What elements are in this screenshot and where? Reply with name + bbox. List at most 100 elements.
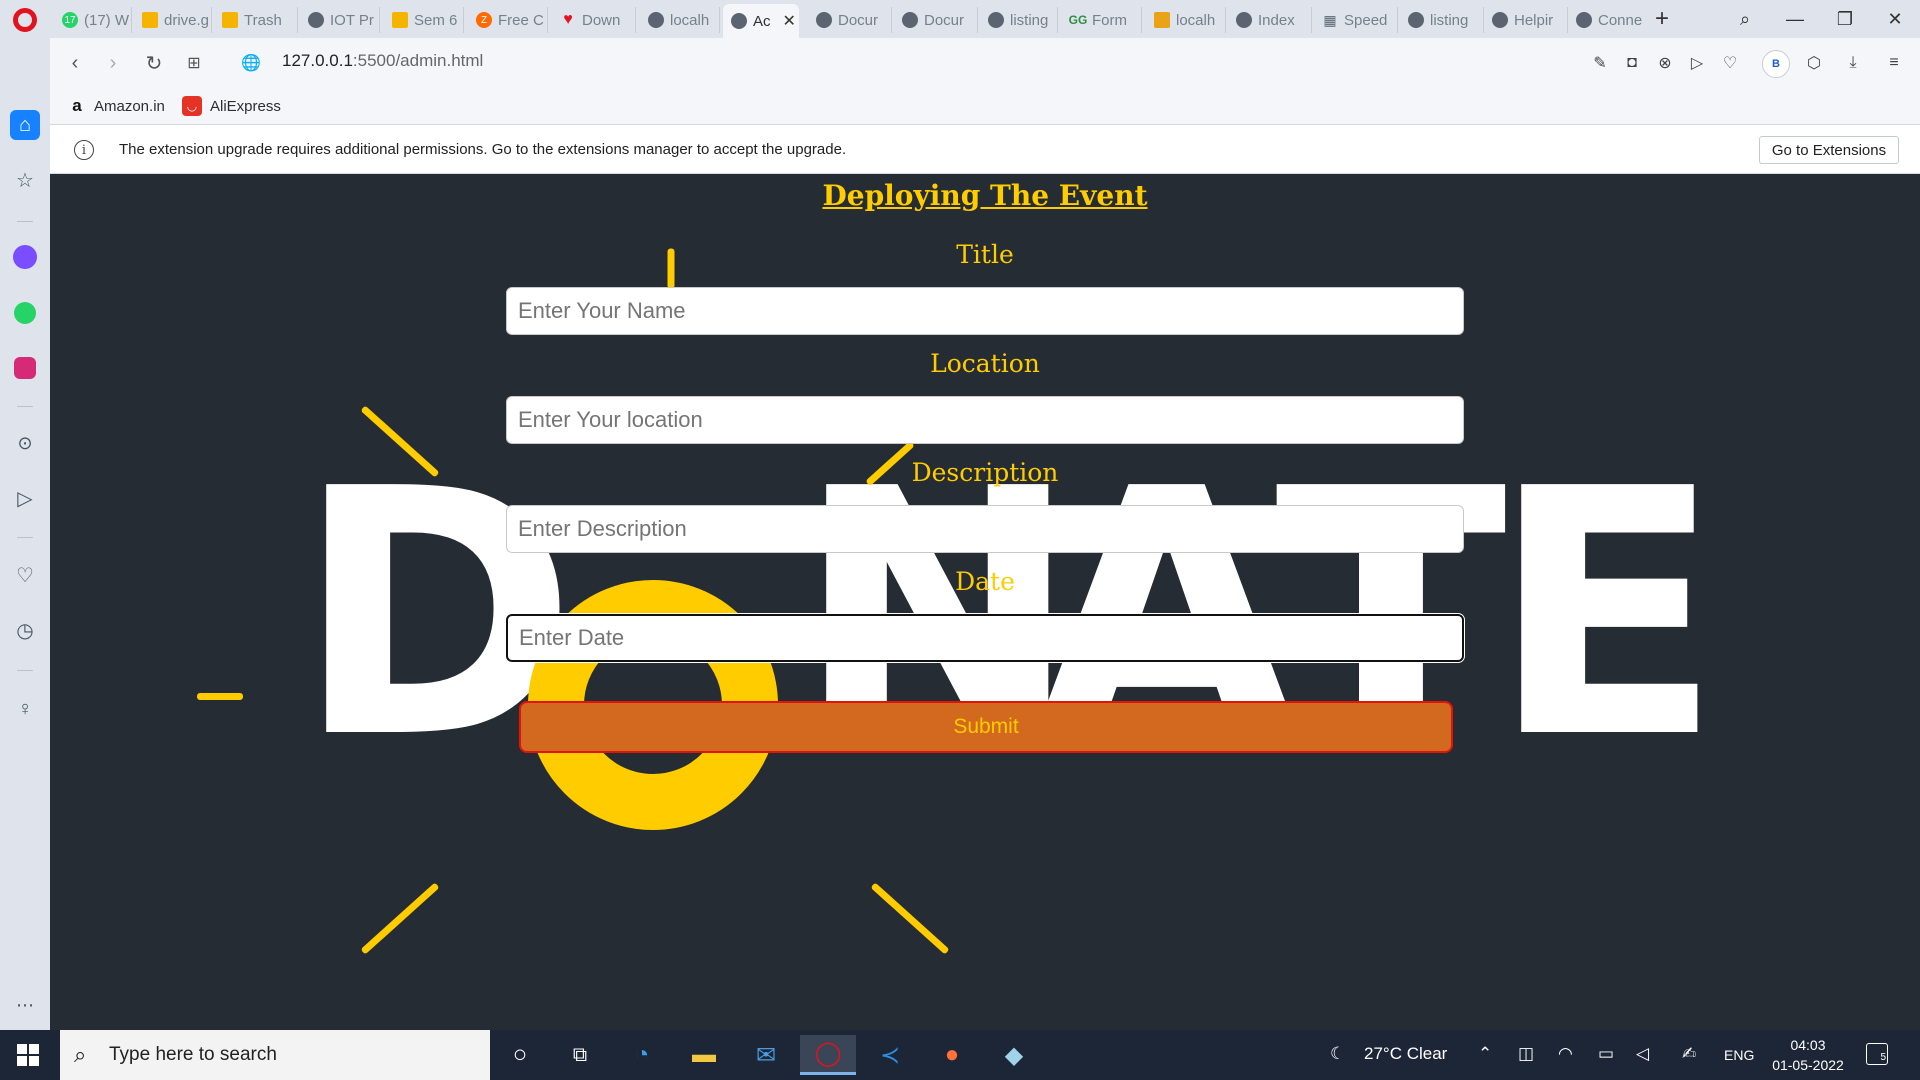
close-window-icon[interactable]: ✕ [1880, 6, 1910, 32]
home-icon[interactable]: ⌂ [10, 110, 40, 140]
new-tab-icon[interactable]: + [1648, 5, 1676, 32]
tab-label: Helpir [1514, 11, 1554, 29]
mail-icon[interactable]: ✉ [738, 1035, 794, 1075]
adblock-icon[interactable]: ⊗ [1652, 50, 1678, 76]
easy-setup-icon[interactable]: ≡ [1881, 50, 1907, 76]
cube-icon[interactable]: ⬡ [1801, 50, 1827, 76]
minimize-icon[interactable]: — [1780, 6, 1810, 32]
wifi-icon[interactable]: ◠ [1558, 1044, 1573, 1064]
bookmarks-star-icon[interactable]: ☆ [10, 165, 40, 195]
heart-icon[interactable]: ♡ [1717, 50, 1743, 76]
camera-icon[interactable]: ◘ [1619, 50, 1645, 76]
clock-time: 04:03 [1790, 1037, 1826, 1053]
bookmark-amazon[interactable]: a Amazon.in [68, 93, 165, 119]
lightbulb-icon[interactable]: ♀ [10, 694, 40, 724]
reload-icon[interactable]: ↻ [141, 50, 167, 76]
tab[interactable]: Sem 6 [384, 7, 464, 33]
tab[interactable]: Docur [894, 7, 978, 33]
task-view-icon[interactable]: ⧉ [552, 1035, 608, 1075]
player-icon[interactable]: ⊙ [10, 428, 40, 458]
firefox-icon[interactable]: ● [924, 1035, 980, 1075]
meet-icon[interactable]: ◫ [1518, 1044, 1534, 1064]
tab[interactable]: ♥ Down [552, 7, 636, 33]
decor-stick [360, 882, 440, 955]
whatsapp-icon[interactable] [10, 298, 40, 328]
edit-icon[interactable]: ✎ [1587, 50, 1613, 76]
globe-icon [1576, 12, 1592, 28]
pma-icon [1154, 12, 1170, 28]
send-icon[interactable]: ▷ [1684, 50, 1710, 76]
tab[interactable]: GG Form [1062, 7, 1142, 33]
go-to-extensions-button[interactable]: Go to Extensions [1759, 136, 1899, 164]
whatsapp-icon: 17 [62, 12, 78, 28]
taskbar-search[interactable]: ⌕ Type here to search [60, 1030, 490, 1080]
globe-icon [731, 13, 747, 29]
notification-count: 5 [1880, 1052, 1886, 1063]
history-icon[interactable]: ◷ [10, 615, 40, 645]
location-input[interactable] [506, 396, 1464, 444]
url-field[interactable]: 127.0.0.1:5500/admin.html [282, 51, 483, 71]
chevron-up-icon[interactable]: ⌃ [1478, 1044, 1492, 1064]
cortana-icon[interactable]: ○ [492, 1035, 548, 1075]
tab-active[interactable]: Ac ✕ [723, 4, 799, 38]
profile-avatar[interactable]: B [1762, 50, 1790, 78]
tab-grid-icon[interactable]: ⊞ [181, 50, 207, 76]
submit-button[interactable]: Submit [519, 701, 1453, 753]
bookmark-aliexpress[interactable]: ◡ AliExpress [182, 93, 281, 119]
search-tabs-icon[interactable]: ⌕ [1732, 6, 1758, 32]
back-icon[interactable]: ‹ [62, 50, 88, 76]
title-input[interactable] [506, 287, 1464, 335]
vscode-icon[interactable]: ≺ [862, 1035, 918, 1075]
sidebar-divider [17, 221, 33, 222]
app-icon[interactable]: ◆ [986, 1035, 1042, 1075]
send-icon[interactable]: ▷ [10, 483, 40, 513]
decor-stick [870, 882, 950, 955]
drive-icon [222, 12, 238, 28]
battery-icon[interactable]: ▭ [1598, 1044, 1614, 1064]
windows-start-icon[interactable] [17, 1044, 39, 1066]
tab[interactable]: Conne [1568, 7, 1652, 33]
weather-moon-icon[interactable]: ☾ [1330, 1044, 1345, 1064]
language-indicator[interactable]: ENG [1724, 1047, 1754, 1063]
weather-text[interactable]: 27°C Clear [1364, 1044, 1447, 1064]
tab[interactable]: Z Free C [468, 7, 548, 33]
opera-logo-icon[interactable] [13, 8, 37, 32]
volume-icon[interactable]: ◁ [1636, 1044, 1649, 1064]
messenger-icon[interactable] [10, 242, 40, 272]
close-tab-icon[interactable]: ✕ [783, 11, 796, 31]
tab[interactable]: localh [1146, 7, 1226, 33]
more-icon[interactable]: ⋯ [10, 990, 40, 1020]
title-label: Title [956, 240, 1014, 269]
restore-icon[interactable]: ❐ [1830, 6, 1860, 32]
tab[interactable]: listing [980, 7, 1058, 33]
globe-icon [816, 12, 832, 28]
date-input[interactable] [506, 614, 1464, 662]
opera-taskbar-icon[interactable]: ◯ [800, 1035, 856, 1075]
download-icon[interactable]: ⤓ [1840, 50, 1866, 76]
tab[interactable]: Index [1228, 7, 1312, 33]
tab[interactable]: Helpir [1484, 7, 1568, 33]
site-info-icon[interactable]: 🌐 [238, 50, 264, 76]
tab-label: Docur [924, 11, 965, 29]
extension-infobar: i The extension upgrade requires additio… [50, 124, 1920, 174]
sidebar-divider [17, 670, 33, 671]
tab[interactable]: 17 (17) W [54, 7, 132, 33]
heart-icon[interactable]: ♡ [10, 560, 40, 590]
tab[interactable]: listing [1400, 7, 1484, 33]
tab[interactable]: Trash [214, 7, 298, 33]
tab[interactable]: IOT Pr [300, 7, 380, 33]
notification-icon[interactable]: 5 [1866, 1043, 1888, 1065]
globe-icon [308, 12, 324, 28]
pen-icon[interactable]: ✍ [1682, 1044, 1696, 1064]
tab[interactable]: drive.g [134, 7, 212, 33]
tab[interactable]: Docur [808, 7, 892, 33]
instagram-icon[interactable] [10, 353, 40, 383]
clock[interactable]: 04:03 01-05-2022 [1760, 1035, 1856, 1075]
sidebar-divider [17, 537, 33, 538]
tab[interactable]: localh [640, 7, 720, 33]
file-explorer-icon[interactable]: ▬ [676, 1035, 732, 1075]
tab[interactable]: ▦ Speed [1314, 7, 1398, 33]
forward-icon[interactable]: › [100, 50, 126, 76]
description-input[interactable] [506, 505, 1464, 553]
edge-icon[interactable]: ◔ [614, 1035, 670, 1075]
